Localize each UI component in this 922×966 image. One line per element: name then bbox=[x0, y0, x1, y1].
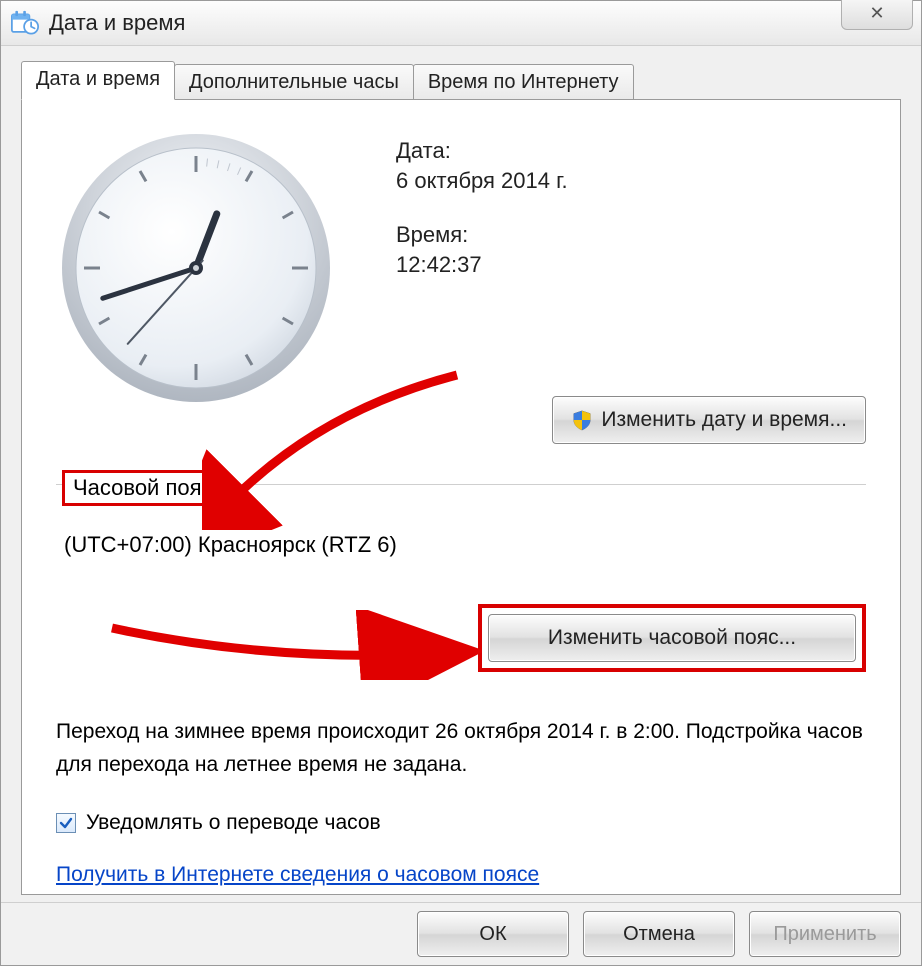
date-value: 6 октября 2014 г. bbox=[396, 168, 568, 194]
change-timezone-label: Изменить часовой пояс... bbox=[548, 626, 796, 650]
timezone-group-title: Часовой пояс bbox=[62, 470, 224, 506]
window-title: Дата и время bbox=[49, 10, 185, 36]
change-date-time-label: Изменить дату и время... bbox=[601, 408, 847, 432]
date-label: Дата: bbox=[396, 138, 568, 164]
time-value: 12:42:37 bbox=[396, 252, 568, 278]
date-time-dialog: Дата и время ✕ Дата и время Дополнительн… bbox=[0, 0, 922, 966]
tab-panel-date-time: Дата: 6 октября 2014 г. Время: 12:42:37 bbox=[21, 99, 901, 895]
close-icon: ✕ bbox=[869, 3, 884, 23]
cancel-button[interactable]: Отмена bbox=[583, 911, 735, 957]
close-button[interactable]: ✕ bbox=[841, 0, 913, 30]
date-time-icon bbox=[11, 10, 39, 36]
change-date-time-button[interactable]: Изменить дату и время... bbox=[552, 396, 866, 444]
link-timezone-online-info[interactable]: Получить в Интернете сведения о часовом … bbox=[56, 863, 866, 887]
timezone-value: (UTC+07:00) Красноярск (RTZ 6) bbox=[64, 532, 866, 558]
notify-dst-label: Уведомлять о переводе часов bbox=[86, 811, 381, 835]
ok-button[interactable]: ОК bbox=[417, 911, 569, 957]
tab-date-time[interactable]: Дата и время bbox=[21, 61, 175, 100]
content: Дата и время Дополнительные часы Время п… bbox=[21, 61, 901, 895]
notify-dst-checkbox[interactable] bbox=[56, 813, 76, 833]
dialog-footer: ОК Отмена Применить bbox=[1, 902, 921, 965]
change-timezone-button[interactable]: Изменить часовой пояс... bbox=[488, 614, 856, 662]
date-time-info: Дата: 6 октября 2014 г. Время: 12:42:37 bbox=[396, 138, 568, 408]
tab-strip: Дата и время Дополнительные часы Время п… bbox=[21, 61, 901, 99]
apply-button[interactable]: Применить bbox=[749, 911, 901, 957]
analog-clock bbox=[56, 128, 336, 408]
tab-internet-time[interactable]: Время по Интернету bbox=[413, 64, 634, 100]
annotation-highlight-tz-button: Изменить часовой пояс... bbox=[478, 604, 866, 672]
uac-shield-icon bbox=[571, 409, 593, 431]
timezone-group: Часовой пояс (UTC+07:00) Красноярск (RTZ… bbox=[56, 470, 866, 672]
dst-info-text: Переход на зимнее время происходит 26 ок… bbox=[56, 716, 866, 781]
tab-additional-clocks[interactable]: Дополнительные часы bbox=[174, 64, 414, 100]
titlebar: Дата и время ✕ bbox=[1, 1, 921, 46]
time-label: Время: bbox=[396, 222, 568, 248]
